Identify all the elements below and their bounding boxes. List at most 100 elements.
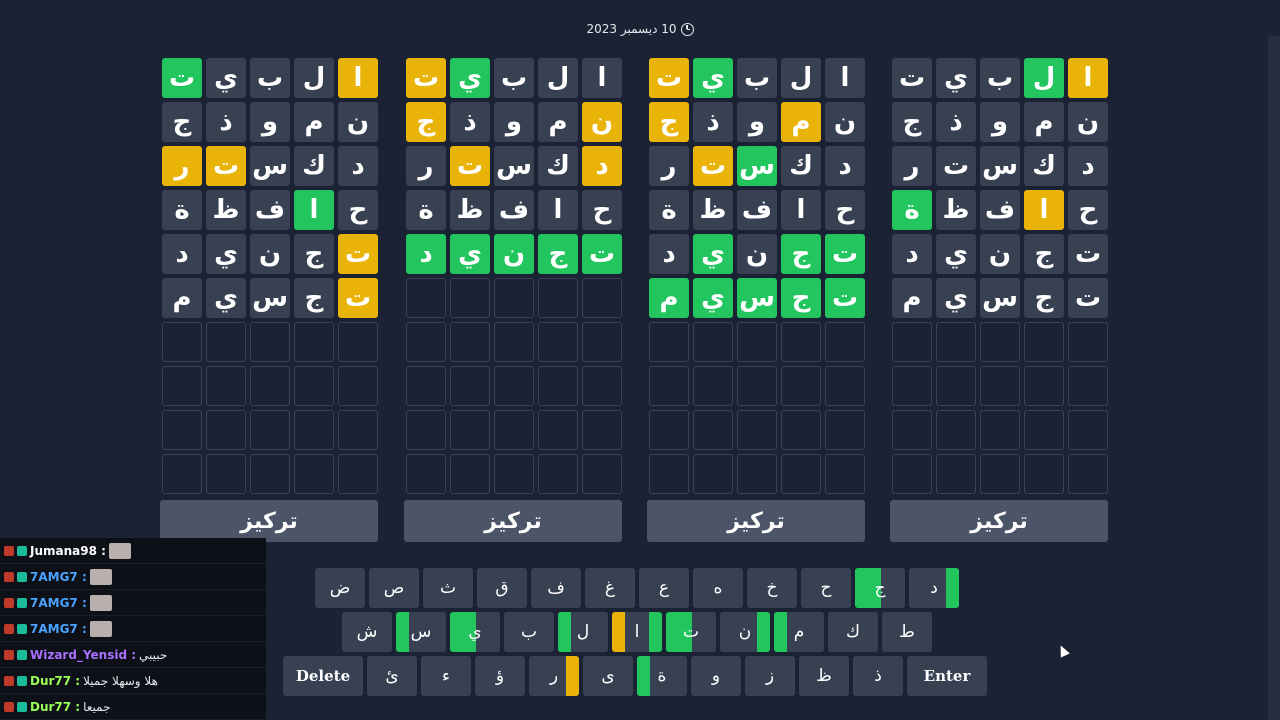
key-label: ق [495,578,509,598]
letter-tile: ي [693,278,733,318]
chat-username[interactable]: Dur77 : [30,700,80,714]
key-button[interactable]: د [909,568,959,608]
letter-tile: ل [781,58,821,98]
key-button[interactable]: ح [801,568,851,608]
key-button[interactable]: ج [855,568,905,608]
empty-tile [250,410,290,450]
letter-tile: ي [936,58,976,98]
key-button[interactable]: ص [369,568,419,608]
empty-tile [338,454,378,494]
key-status-stripe [566,656,579,696]
empty-tile [781,366,821,406]
key-button[interactable]: ه [693,568,743,608]
board-grid: البيتنموذجدكسترحافظةتجنيدتجسيم [160,58,378,494]
key-button[interactable]: ئ [367,656,417,696]
letter-tile: ت [162,58,202,98]
key-delete-button[interactable]: Delete [283,656,363,696]
focus-button[interactable]: تركيز [160,500,378,542]
board-grid: البيتنموذجدكسترحافظةتجنيدتجسيم [890,58,1108,494]
key-button[interactable]: و [691,656,741,696]
empty-tile [250,366,290,406]
letter-tile: ي [206,234,246,274]
key-button[interactable]: م [774,612,824,652]
chat-username[interactable]: Dur77 : [30,674,80,688]
chat-username[interactable]: 7AMG7 : [30,596,87,610]
board-3: ا ل ب ي ت ن م و ذ ج د ك س ت ر ح ا ف ظ ة ت ج ن ي د تركيز [404,58,622,542]
key-button[interactable]: ض [315,568,365,608]
focus-button[interactable]: تركيز [647,500,865,542]
key-button[interactable]: خ [747,568,797,608]
letter-tile: د [338,146,378,186]
key-button[interactable]: ى [583,656,633,696]
letter-tile: ا [582,58,622,98]
key-button[interactable]: ب [504,612,554,652]
letter-tile: ظ [693,190,733,230]
chat-message: Wizard_Yensid : حبيبي [0,642,266,668]
key-button[interactable]: ث [423,568,473,608]
key-button[interactable]: ت [666,612,716,652]
chat-username[interactable]: 7AMG7 : [30,570,87,584]
chat-username[interactable]: Wizard_Yensid : [30,648,136,662]
key-button[interactable]: ش [342,612,392,652]
key-button[interactable]: ف [531,568,581,608]
key-button[interactable]: ك [828,612,878,652]
key-button[interactable]: ق [477,568,527,608]
empty-tile [338,322,378,362]
key-label: ئ [385,666,399,686]
letter-tile: ن [338,102,378,142]
key-button[interactable]: ع [639,568,689,608]
key-button[interactable]: ر [529,656,579,696]
letter-tile: م [162,278,202,318]
empty-tile [649,410,689,450]
letter-tile: ا [825,58,865,98]
chat-panel: Jumana98 : 7AMG7 : 7AMG7 : 7AMG7 : Wizard_Ye… [0,538,266,720]
letter-tile: ت [206,146,246,186]
key-button[interactable]: ط [882,612,932,652]
scrollbar[interactable] [1268,36,1280,720]
key-button[interactable]: ل [558,612,608,652]
empty-tile [406,410,446,450]
empty-tile [737,454,777,494]
key-button[interactable]: س [396,612,446,652]
letter-tile: ت [693,146,733,186]
letter-tile: ة [892,190,932,230]
empty-tile [980,366,1020,406]
key-enter-button[interactable]: Enter [907,656,987,696]
key-label: ؤ [495,666,505,686]
letter-tile: ف [737,190,777,230]
key-button[interactable]: غ [585,568,635,608]
empty-tile [582,322,622,362]
key-label: ض [329,578,351,598]
key-button[interactable]: ذ [853,656,903,696]
focus-button[interactable]: تركيز [890,500,1108,542]
empty-tile [582,278,622,318]
empty-tile [206,410,246,450]
key-status-stripe [649,612,662,652]
empty-tile [980,322,1020,362]
empty-tile [294,410,334,450]
key-button[interactable]: ء [421,656,471,696]
key-button[interactable]: ي [450,612,500,652]
key-button[interactable]: ؤ [475,656,525,696]
key-label: ه [713,578,723,598]
empty-tile [538,278,578,318]
letter-tile: ت [338,234,378,274]
chat-username[interactable]: 7AMG7 : [30,622,87,636]
key-button[interactable]: ز [745,656,795,696]
key-button[interactable]: ن [720,612,770,652]
key-label: غ [604,578,616,598]
focus-button[interactable]: تركيز [404,500,622,542]
letter-tile: ظ [206,190,246,230]
letter-tile: ة [406,190,446,230]
letter-tile: ذ [206,102,246,142]
key-button[interactable]: ظ [799,656,849,696]
letter-tile: ر [649,146,689,186]
badge-icon [17,675,27,686]
key-button[interactable]: ا [612,612,662,652]
empty-tile [450,278,490,318]
key-button[interactable]: ة [637,656,687,696]
chat-message: 7AMG7 : [0,616,266,642]
chat-username[interactable]: Jumana98 : [30,544,106,558]
key-label: ث [440,578,457,598]
letter-tile: و [980,102,1020,142]
